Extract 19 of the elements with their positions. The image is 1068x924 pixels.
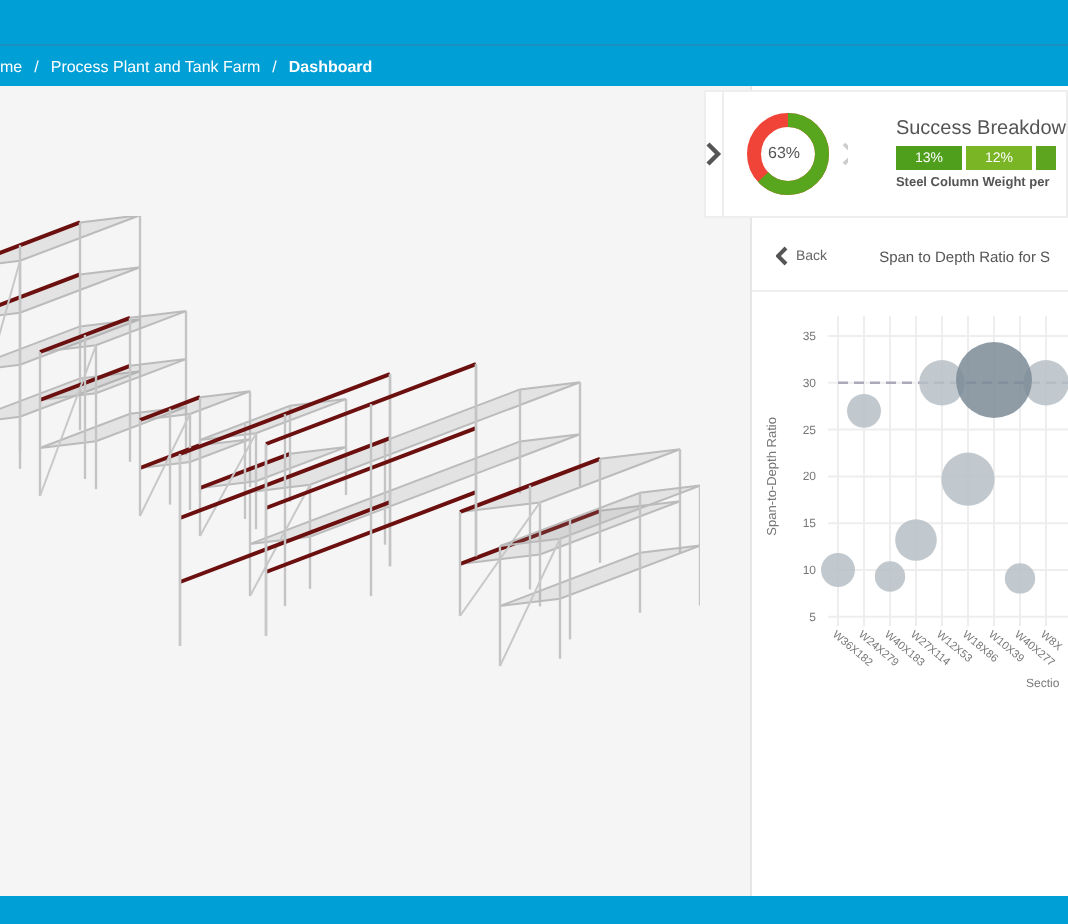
bubble[interactable] (847, 393, 881, 428)
breakdown-segment[interactable] (1035, 146, 1056, 170)
chevron-left-icon (776, 246, 788, 266)
bubble[interactable] (1004, 563, 1036, 594)
breadcrumb-item[interactable]: Process Plant and Tank Farm (50, 57, 261, 75)
breadcrumb-item[interactable]: me (0, 57, 23, 75)
summary-title: Success Breakdow (895, 118, 1066, 140)
bubble[interactable] (874, 561, 906, 592)
breadcrumb-item[interactable]: Dashboard (288, 57, 373, 75)
bubble[interactable] (821, 553, 855, 587)
bubble[interactable] (1023, 360, 1068, 406)
donut-label: 63% (768, 144, 801, 162)
bubble[interactable] (941, 452, 995, 506)
chevron-right-icon (842, 142, 848, 166)
breadcrumb-separator: / (272, 57, 277, 75)
bubble[interactable] (895, 519, 937, 561)
chevron-right-icon[interactable] (706, 142, 723, 166)
bubble[interactable] (956, 342, 1032, 418)
breadcrumb-separator: / (34, 57, 39, 75)
